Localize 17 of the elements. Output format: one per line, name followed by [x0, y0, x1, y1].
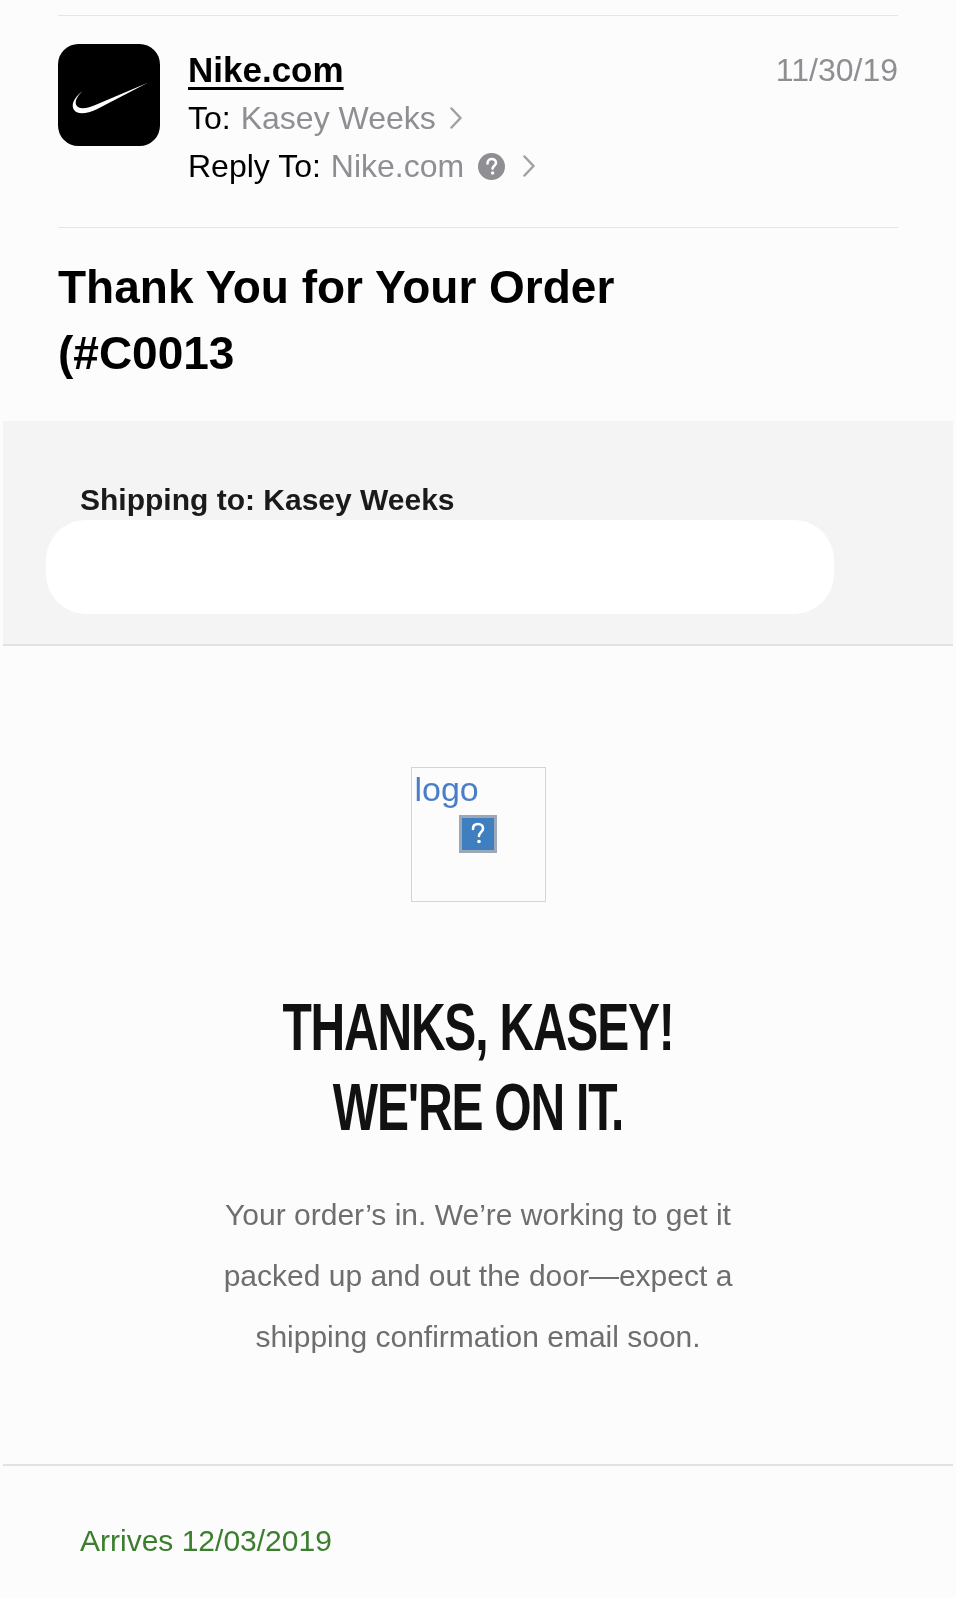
- help-icon: [478, 152, 506, 180]
- recipient-button[interactable]: Kasey Weeks: [240, 98, 462, 138]
- delivery-estimate: Arrives 12/03/2019: [80, 1523, 333, 1559]
- chevron-right-icon: [449, 107, 462, 129]
- image-alt-text: logo: [414, 769, 479, 809]
- chevron-right-icon: [523, 155, 536, 177]
- to-label: To:: [188, 99, 231, 138]
- shipping-heading: Shipping to: Kasey Weeks: [80, 482, 455, 518]
- confirmation-message: Your order’s in. We’re working to get it packed up and out the door—expect a shipping confirmation email soon.: [222, 1197, 734, 1355]
- reply-to-button[interactable]: Nike.com: [330, 146, 536, 186]
- sender-link[interactable]: Nike.com: [188, 48, 344, 92]
- swoosh-logo-icon: [58, 44, 160, 146]
- message-date: 11/30/19: [775, 51, 898, 90]
- headline: THANKS, KASEY! WE'RE ON IT.: [281, 989, 675, 1146]
- email-subject: Thank You for Your Order (#C0013: [58, 260, 616, 381]
- missing-image-icon: [458, 815, 497, 853]
- reply-to-label: Reply To:: [188, 147, 321, 186]
